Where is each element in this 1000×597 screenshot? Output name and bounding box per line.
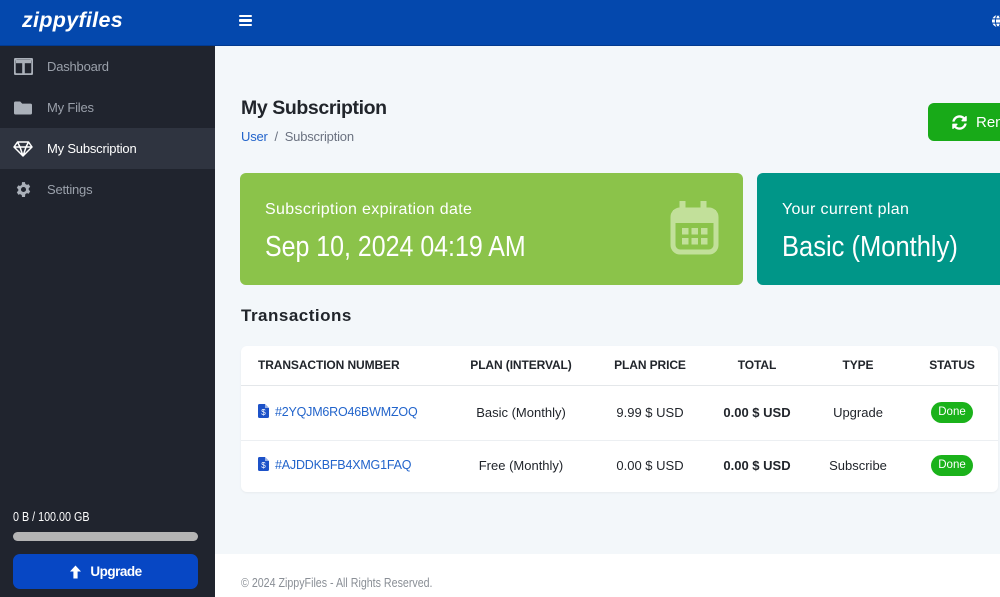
svg-text:$: $ (261, 408, 266, 417)
svg-text:$: $ (261, 461, 266, 470)
